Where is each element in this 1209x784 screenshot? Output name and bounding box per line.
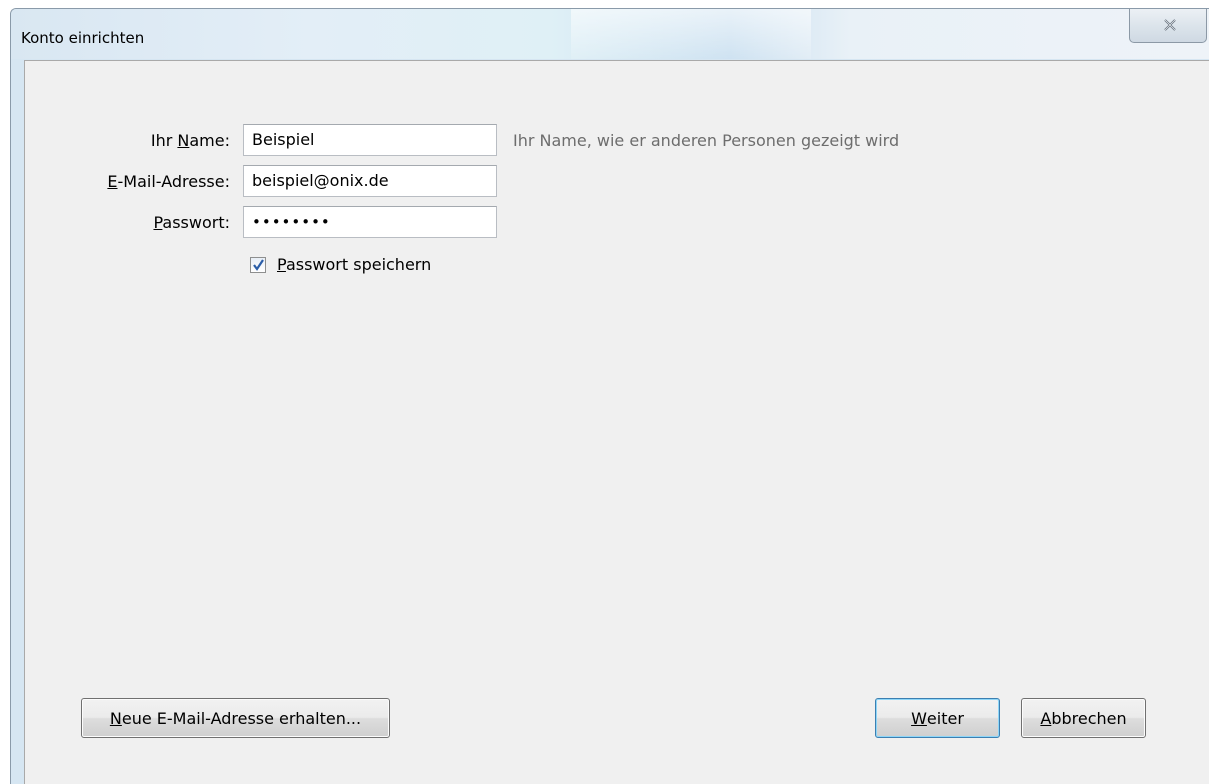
name-input[interactable]: Beispiel <box>243 124 497 156</box>
password-label: Passwort: <box>153 213 230 232</box>
checkmark-icon <box>253 259 264 271</box>
name-label: Ihr Name: <box>150 131 230 150</box>
email-input[interactable]: beispiel@onix.de <box>243 165 497 197</box>
email-label: E-Mail-Adresse: <box>107 172 230 191</box>
close-button[interactable] <box>1129 9 1207 43</box>
dialog-window: Konto einrichten Ihr Name: Beispiel Ihr … <box>10 8 1209 784</box>
title-bar-glow <box>571 9 811 59</box>
remember-password-checkbox[interactable] <box>250 257 266 273</box>
get-new-email-button[interactable]: Neue E-Mail-Adresse erhalten... <box>81 698 390 738</box>
next-button[interactable]: Weiter <box>875 698 1000 738</box>
dialog-content: Ihr Name: Beispiel Ihr Name, wie er ande… <box>24 60 1209 784</box>
title-bar[interactable]: Konto einrichten <box>11 9 1209 59</box>
password-input[interactable]: •••••••• <box>243 206 497 238</box>
window-title: Konto einrichten <box>21 29 145 47</box>
name-hint: Ihr Name, wie er anderen Personen gezeig… <box>513 131 900 150</box>
remember-password-label[interactable]: Passwort speichern <box>277 255 431 274</box>
close-icon <box>1164 19 1176 31</box>
cancel-button[interactable]: Abbrechen <box>1021 698 1146 738</box>
